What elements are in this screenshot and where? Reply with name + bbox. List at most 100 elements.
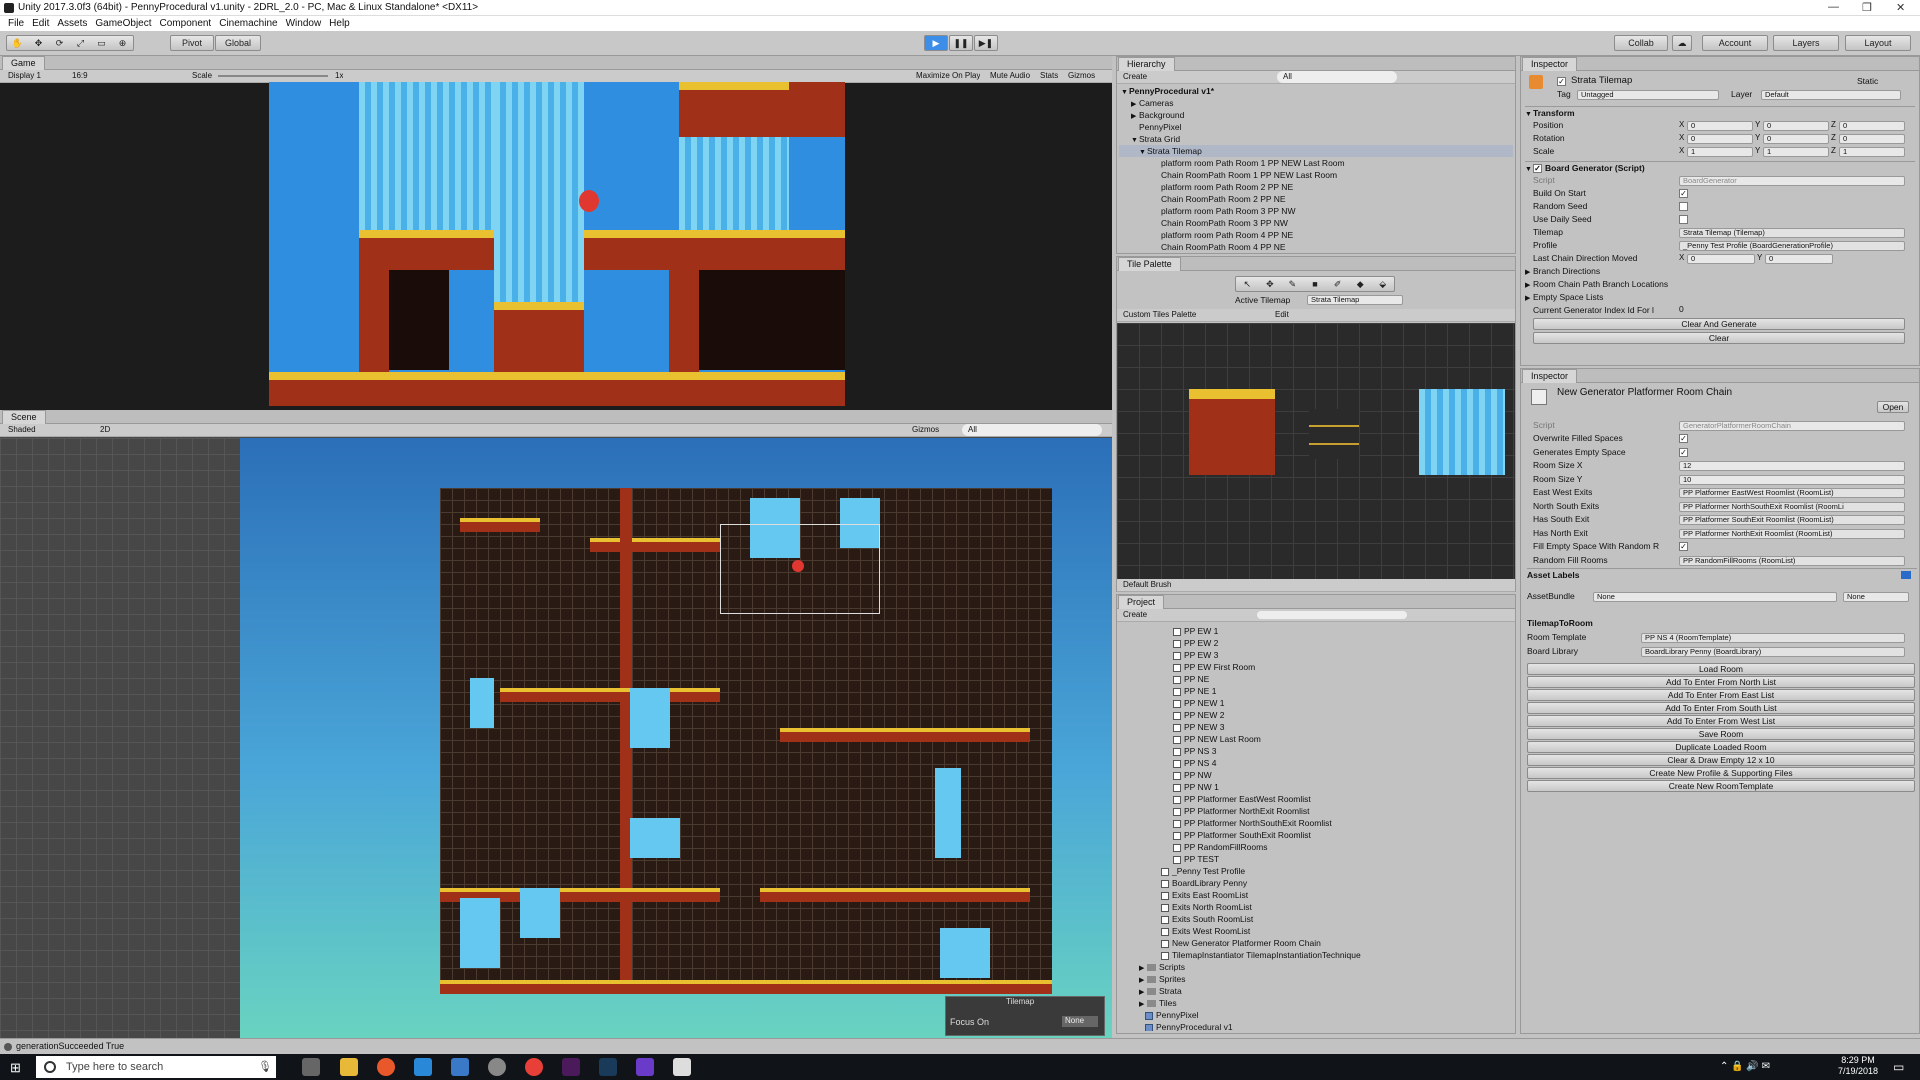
hierarchy-item[interactable]: platform room Path Room 1 PP NEW Last Ro… [1161, 157, 1345, 169]
transform-rot-z[interactable]: 0 [1839, 134, 1905, 144]
empty-space-foldout[interactable]: ▶ Empty Space Lists [1525, 291, 1603, 305]
scene-search[interactable]: All [962, 424, 1102, 436]
tilemap-to-room-button[interactable]: Add To Enter From West List [1527, 715, 1915, 727]
project-asset[interactable]: PP Platformer EastWest Roomlist [1173, 793, 1311, 805]
object-field[interactable]: PP Platformer EastWest Roomlist (RoomLis… [1679, 488, 1905, 498]
hierarchy-item[interactable]: ▶ Cameras [1131, 97, 1173, 109]
project-folder[interactable]: ▶ Tiles [1139, 997, 1177, 1009]
hierarchy-item-selected[interactable]: ▼Strata Tilemap [1119, 145, 1513, 157]
transform-scl-x[interactable]: 1 [1687, 147, 1753, 157]
room-chain-foldout[interactable]: ▶ Room Chain Path Branch Locations [1525, 278, 1668, 292]
brush-dropdown[interactable]: Default Brush [1123, 579, 1171, 591]
project-asset[interactable]: BoardLibrary Penny [1161, 877, 1247, 889]
tab-game[interactable]: Game [2, 56, 45, 70]
microphone-icon[interactable]: 🎙 [258, 1056, 272, 1078]
layers-dropdown[interactable]: Layers [1773, 35, 1839, 51]
transform-tool-icon[interactable]: ⊕ [112, 36, 133, 50]
project-asset[interactable]: Exits North RoomList [1161, 901, 1252, 913]
aspect-dropdown[interactable]: 16:9 [72, 70, 88, 82]
grass-tile[interactable] [1309, 409, 1359, 459]
project-asset[interactable]: Exits South RoomList [1161, 913, 1253, 925]
tilemap-field[interactable]: Strata Tilemap (Tilemap) [1679, 228, 1905, 238]
cloud-icon[interactable]: ☁ [1672, 35, 1692, 51]
active-checkbox[interactable]: ✓ [1557, 77, 1566, 86]
box-fill-tool-icon[interactable]: ■ [1304, 277, 1327, 291]
scene-gizmos-dropdown[interactable]: Gizmos [912, 424, 939, 436]
scene-root[interactable]: ▼PennyProcedural v1* [1121, 85, 1511, 97]
object-field[interactable]: PP RandomFillRooms (RoomList) [1679, 555, 1905, 566]
scale-tool-icon[interactable]: ⤢ [70, 36, 91, 50]
menu-component[interactable]: Component [160, 16, 212, 31]
shading-dropdown[interactable]: Shaded [8, 424, 36, 436]
rotate-tool-icon[interactable]: ⟳ [49, 36, 70, 50]
profile-field[interactable]: _Penny Test Profile (BoardGenerationProf… [1679, 241, 1905, 251]
menu-window[interactable]: Window [286, 16, 322, 31]
project-asset[interactable]: _Penny Test Profile [1161, 865, 1245, 877]
clock-time[interactable]: 8:29 PM [1838, 1055, 1878, 1065]
project-asset[interactable]: PP NEW 3 [1173, 721, 1224, 733]
select-tool-icon[interactable]: ↖ [1236, 277, 1259, 291]
transform-rot-x[interactable]: 0 [1687, 134, 1753, 144]
object-field[interactable]: PP Platformer NorthSouthExit Roomlist (R… [1679, 501, 1905, 512]
transform-rot-y[interactable]: 0 [1763, 134, 1829, 144]
project-asset[interactable]: PP EW 1 [1173, 625, 1218, 637]
tab-tile-palette[interactable]: Tile Palette [1118, 257, 1181, 271]
tilemap-to-room-button[interactable]: Add To Enter From North List [1527, 676, 1915, 688]
visual-studio-icon[interactable] [636, 1058, 654, 1076]
clear-button[interactable]: Clear [1533, 332, 1905, 344]
project-asset[interactable]: PP NW [1173, 769, 1212, 781]
field-checkbox[interactable]: ✓ [1679, 434, 1688, 443]
move-tool-icon[interactable]: ✥ [28, 36, 49, 50]
task-view-icon[interactable] [302, 1058, 320, 1076]
menu-edit[interactable]: Edit [32, 16, 49, 31]
random-seed-checkbox[interactable] [1679, 202, 1688, 211]
project-asset[interactable]: PP RandomFillRooms [1173, 841, 1267, 853]
play-button[interactable]: ▶ [924, 35, 948, 51]
eraser-tool-icon[interactable]: ◆ [1349, 277, 1372, 291]
project-asset[interactable]: New Generator Platformer Room Chain [1161, 937, 1321, 949]
notifications-icon[interactable]: ▭ [1893, 1060, 1904, 1074]
premiere-icon[interactable] [562, 1058, 580, 1076]
layer-dropdown[interactable]: Default [1761, 90, 1901, 100]
project-asset[interactable]: PP NEW 1 [1173, 697, 1224, 709]
maximize-icon[interactable]: ❐ [1862, 1, 1872, 14]
tab-inspector[interactable]: Inspector [1522, 57, 1578, 71]
hierarchy-item[interactable]: Chain RoomPath Room 1 PP NEW Last Room [1161, 169, 1337, 181]
project-asset[interactable]: PP EW First Room [1173, 661, 1255, 673]
transform-scl-y[interactable]: 1 [1763, 147, 1829, 157]
tab-hierarchy[interactable]: Hierarchy [1118, 57, 1175, 71]
palette-grid[interactable] [1117, 323, 1515, 579]
tag-dropdown[interactable]: Untagged [1577, 90, 1719, 100]
object-field[interactable]: PP Platformer NorthExit Roomlist (RoomLi… [1679, 528, 1905, 539]
hierarchy-item[interactable]: ▶ Background [1131, 109, 1184, 121]
account-dropdown[interactable]: Account [1702, 35, 1768, 51]
tilemap-to-room-button[interactable]: Duplicate Loaded Room [1527, 741, 1915, 753]
asset-labels-header[interactable]: Asset Labels [1527, 568, 1917, 582]
windows-start-icon[interactable]: ⊞ [10, 1060, 21, 1076]
project-asset[interactable]: PennyProcedural v1 [1145, 1021, 1233, 1031]
project-asset[interactable]: PP NE 1 [1173, 685, 1216, 697]
file-explorer-icon[interactable] [340, 1058, 358, 1076]
move-tool-icon[interactable]: ✥ [1259, 277, 1282, 291]
project-asset[interactable]: PP NEW Last Room [1173, 733, 1261, 745]
2d-toggle[interactable]: 2D [100, 424, 110, 436]
last-chain-y[interactable]: 0 [1765, 254, 1833, 264]
hierarchy-create-button[interactable]: Create [1123, 71, 1147, 83]
hierarchy-item[interactable]: Chain RoomPath Room 3 PP NW [1161, 217, 1288, 229]
use-daily-seed-checkbox[interactable] [1679, 215, 1688, 224]
field-checkbox[interactable]: ✓ [1679, 447, 1688, 457]
step-button[interactable]: ▶❚ [974, 35, 998, 51]
hand-tool-icon[interactable]: ✋ [7, 36, 28, 50]
fill-tool-icon[interactable]: ⬙ [1371, 277, 1394, 291]
hierarchy-item[interactable]: platform room Path Room 2 PP NE [1161, 181, 1293, 193]
project-folder[interactable]: ▶ Sprites [1139, 973, 1185, 985]
project-asset[interactable]: Exits West RoomList [1161, 925, 1250, 937]
taskbar-search[interactable]: Type here to search 🎙 [36, 1056, 276, 1078]
clock-date[interactable]: 7/19/2018 [1836, 1066, 1880, 1076]
tab-scene[interactable]: Scene [2, 410, 46, 424]
tray-icons[interactable]: ⌃ 🔒 🔊 ✉ [1720, 1061, 1770, 1072]
tab-project[interactable]: Project [1118, 595, 1165, 609]
transform-pos-z[interactable]: 0 [1839, 121, 1905, 131]
label-icon[interactable] [1901, 571, 1911, 579]
tab-inspector-2[interactable]: Inspector [1522, 369, 1578, 383]
